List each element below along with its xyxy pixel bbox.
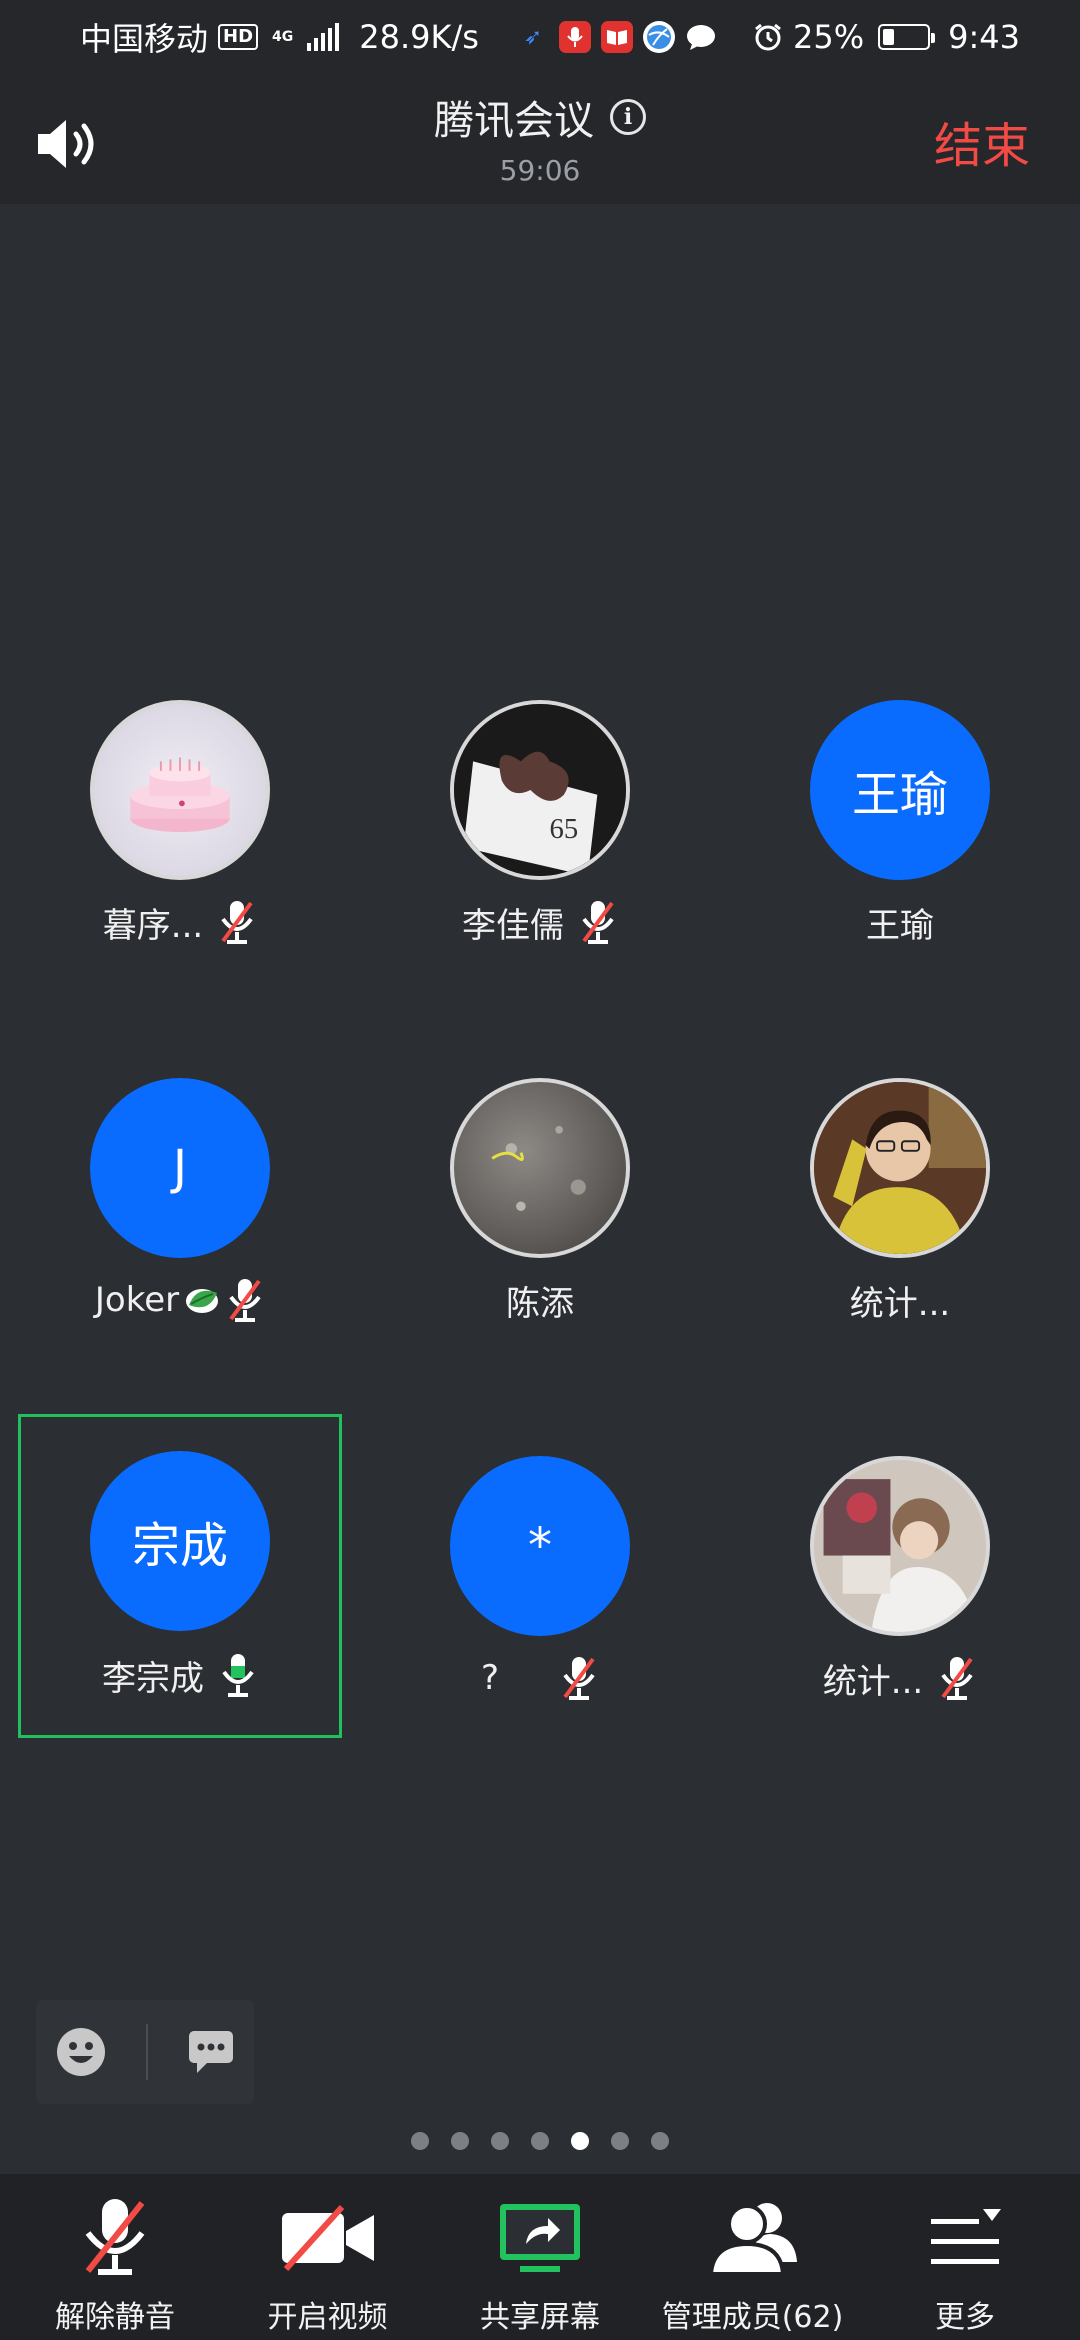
participant-name-row: 暮序... [20,896,340,948]
unmute-label: 解除静音 [55,2300,175,2335]
meeting-title: 腾讯会议 [434,98,594,144]
participant-name: 王瑜 [866,905,934,946]
participant-tile[interactable]: 陈添 [380,1038,700,1358]
battery-icon [878,24,936,50]
mic-muted-icon [221,901,253,944]
status-bar: 中国移动 HD 4G 28.9K/s ➶ 25% 9:43 [0,0,1080,74]
page-dot[interactable] [651,2132,669,2150]
participant-tile[interactable]: J Joker [20,1038,340,1358]
manage-members-button[interactable]: 管理成员(62) [648,2174,858,2340]
participant-tile-active[interactable]: 宗成 李宗成 [18,1414,342,1738]
participant-name-row: 统计... [740,1652,1060,1704]
mic-muted-icon [582,901,614,944]
avatar: * [450,1456,630,1636]
meeting-toolbar: 解除静音 开启视频 共享屏幕 管理成员(62) 更多 [0,2174,1080,2340]
meeting-header: 腾讯会议 i 59:06 结束 [0,74,1080,204]
participant-name: 李佳儒 [462,905,564,946]
participant-name: 陈添 [506,1283,574,1324]
emoji-icon[interactable] [55,2026,107,2078]
chat-icon[interactable] [187,2029,235,2075]
participant-name: 统计... [822,1661,924,1702]
more-button[interactable]: 更多 [860,2174,1070,2340]
avatar [90,700,270,880]
mic-muted-icon [941,1657,973,1700]
mic-muted-icon [563,1657,595,1700]
globe-app-icon [642,21,675,53]
page-dot[interactable] [531,2132,549,2150]
reaction-chat-bar [36,2000,254,2104]
participant-name: 暮序... [102,905,204,946]
participant-name-row: ? [380,1652,700,1704]
page-indicator [0,2132,1080,2150]
participant-tile[interactable]: 统计... [740,1416,1060,1736]
mic-muted-icon [229,1279,261,1322]
manage-members-label: 管理成员(62) [661,2300,844,2335]
hd-badge: HD [218,24,259,50]
participant-name: 统计... [849,1283,951,1324]
share-screen-button[interactable]: 共享屏幕 [435,2174,645,2340]
participant-tile[interactable]: 王瑜 王瑜 [740,660,1060,980]
mic-muted-icon [85,2199,145,2275]
share-screen-icon [500,2204,580,2272]
mic-on-icon [222,1654,254,1697]
network-gen: 4G [272,29,294,45]
mic-app-icon [558,21,591,53]
share-screen-label: 共享屏幕 [480,2300,600,2335]
book-app-icon [600,21,633,53]
network-speed: 28.9K/s [359,18,479,56]
participant-name-row: 王瑜 [740,896,1060,948]
more-label: 更多 [935,2300,995,2335]
participant-name: Joker [94,1280,180,1320]
avatar [450,1078,630,1258]
participant-tile[interactable]: * ? [380,1416,700,1736]
battery-percent: 25% [793,18,865,56]
page-dot-active[interactable] [571,2132,589,2150]
participant-name-row: 统计... [740,1274,1060,1326]
avatar: 王瑜 [810,700,990,880]
arrows-icon: ➶ [523,24,543,50]
clock-time: 9:43 [948,18,1020,56]
members-icon [708,2203,797,2276]
participant-tile[interactable]: 65 李佳儒 [380,660,700,980]
chat-bubble-icon [685,21,717,53]
avatar [810,1456,990,1636]
video-off-icon [281,2204,374,2272]
start-video-label: 开启视频 [267,2300,388,2335]
participant-name-row: 陈添 [380,1274,700,1326]
start-video-button[interactable]: 开启视频 [223,2174,433,2340]
avatar: J [90,1078,270,1258]
participant-tile[interactable]: 统计... [740,1038,1060,1358]
more-menu-icon [931,2209,1001,2264]
participant-name: 李宗成 [102,1658,204,1699]
participant-name-row: 李佳儒 [380,896,700,948]
svg-text:65: 65 [550,813,579,845]
end-meeting-button[interactable]: 结束 [934,106,1030,176]
avatar: 宗成 [90,1451,270,1631]
page-dot[interactable] [491,2132,509,2150]
info-icon[interactable]: i [610,99,646,135]
unmute-button[interactable]: 解除静音 [10,2174,220,2340]
meeting-timer: 59:06 [499,154,581,187]
signal-icon [307,23,340,51]
page-dot[interactable] [411,2132,429,2150]
alarm-icon [755,23,781,51]
divider [145,2024,148,2080]
participant-name: ? [480,1658,500,1698]
page-dot[interactable] [611,2132,629,2150]
participant-name-row: 李宗成 [21,1649,339,1701]
avatar [810,1078,990,1258]
page-dot[interactable] [451,2132,469,2150]
participant-tile[interactable]: 暮序... [20,660,340,980]
participant-name-row: Joker [20,1274,340,1326]
carrier-name: 中国移动 [80,20,209,58]
leaf-emoji-icon [186,1289,219,1313]
avatar: 65 [450,700,630,880]
